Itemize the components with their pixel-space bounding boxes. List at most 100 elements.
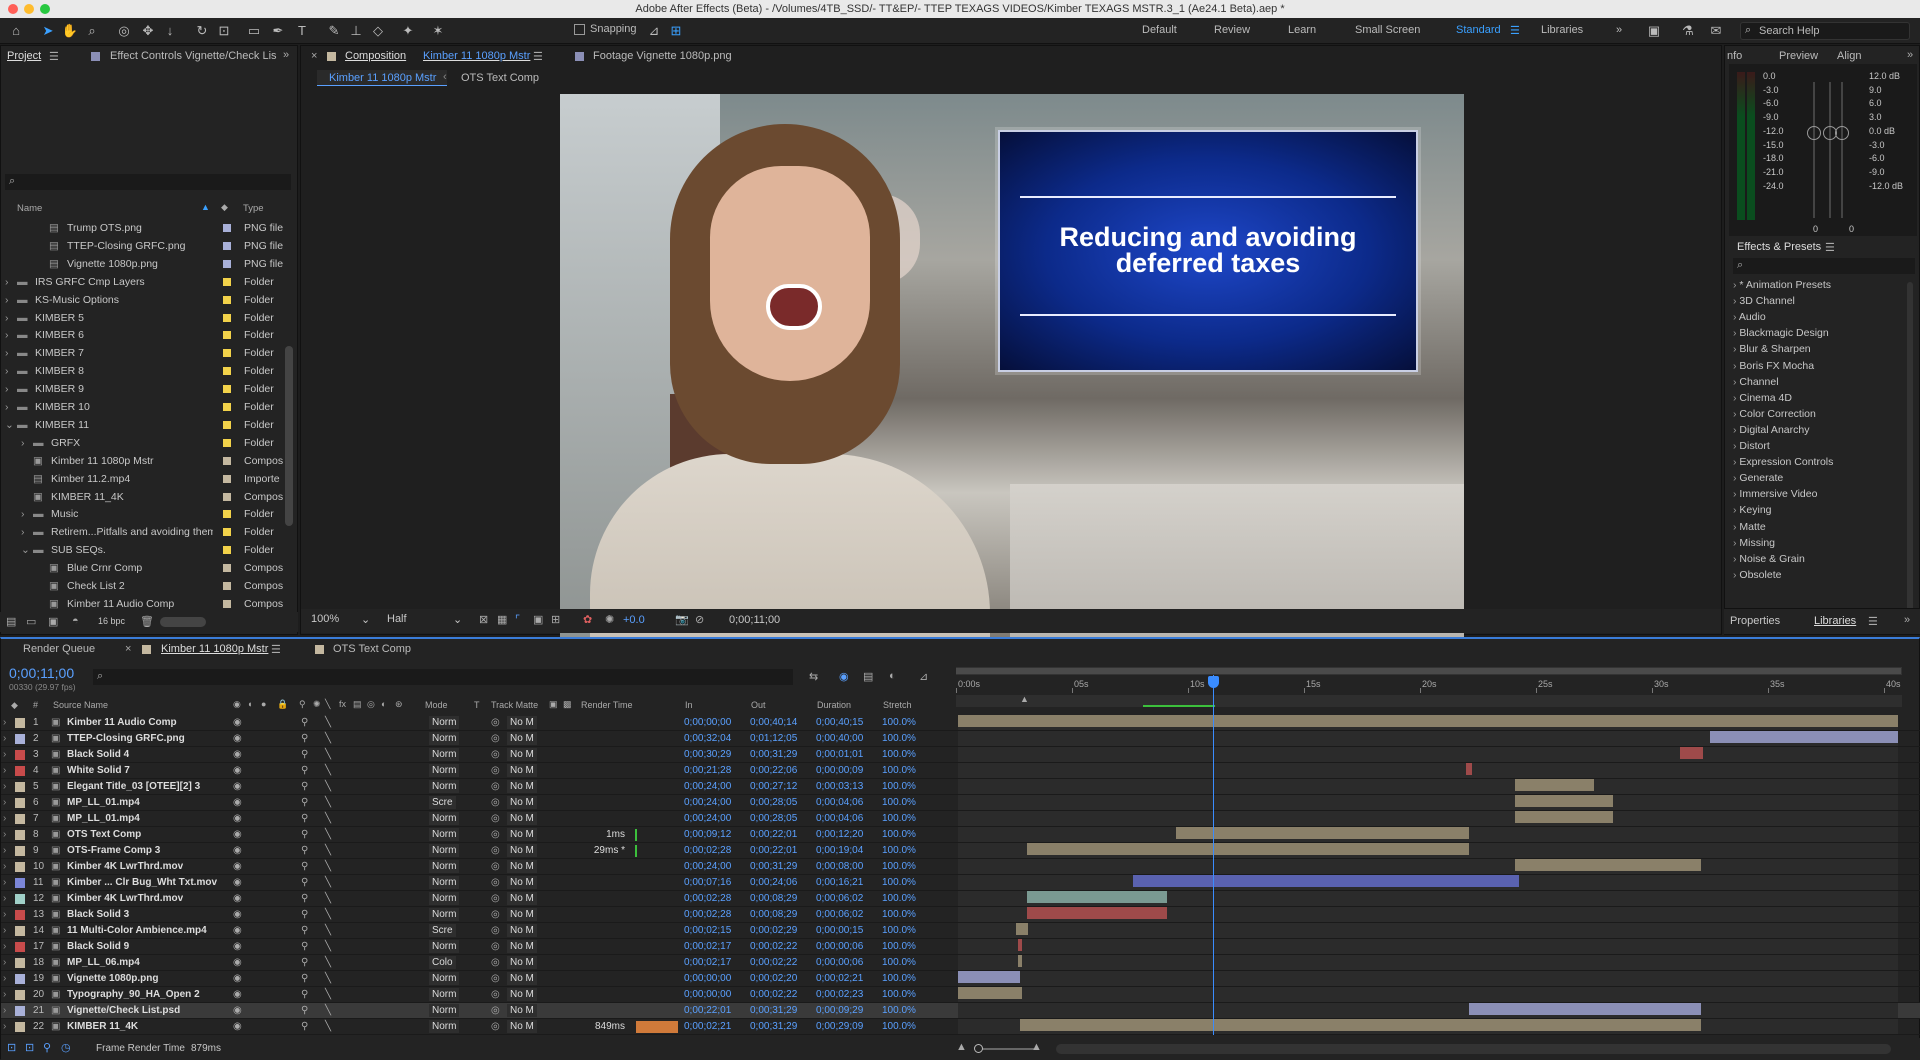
effect-category[interactable]: › Channel xyxy=(1733,374,1779,390)
quality-switch-icon[interactable]: ╲ xyxy=(325,779,331,795)
label-color-swatch[interactable] xyxy=(223,546,231,555)
tab-effect-controls[interactable]: Effect Controls Vignette/Check Lis xyxy=(110,50,277,62)
blend-mode-dropdown[interactable]: Norm xyxy=(429,988,460,1001)
tab-ots-text-comp[interactable]: OTS Text Comp xyxy=(333,643,411,655)
work-area-range[interactable] xyxy=(956,668,1901,674)
layer-in-point[interactable]: 0;00;24;00 xyxy=(684,811,731,827)
bit-depth[interactable]: 16 bpc xyxy=(98,616,125,626)
label-color-swatch[interactable] xyxy=(223,331,231,340)
blend-mode-dropdown[interactable]: Norm xyxy=(429,812,460,825)
visibility-eye-icon[interactable]: ◉ xyxy=(233,891,242,907)
eraser-tool-icon[interactable]: ◇ xyxy=(368,21,388,41)
project-item[interactable]: › ▬ Music Folder xyxy=(1,505,297,523)
track-matte-pickwhip-icon[interactable]: ◎ xyxy=(491,907,500,923)
layer-duration[interactable]: 0;00;00;09 xyxy=(816,763,863,779)
layer-duration[interactable]: 0;00;01;01 xyxy=(816,747,863,763)
layer-duration-bar[interactable] xyxy=(1469,1003,1701,1015)
fx-switch-icon[interactable]: fx xyxy=(339,699,346,709)
col-type-header[interactable]: Type xyxy=(243,203,264,214)
render-time-toggle-icon[interactable]: ◷ xyxy=(61,1041,71,1054)
workspace-small-screen[interactable]: Small Screen xyxy=(1355,24,1420,36)
quality-switch-icon[interactable]: ╲ xyxy=(325,715,331,731)
label-color-swatch[interactable] xyxy=(223,295,231,304)
label-tag-icon[interactable]: ◆ xyxy=(221,202,228,213)
layer-out-point[interactable]: 0;00;08;29 xyxy=(750,907,797,923)
tab-footage[interactable]: Footage Vignette 1080p.png xyxy=(593,50,732,62)
quality-switch-icon[interactable]: ╲ xyxy=(325,859,331,875)
chevron-right-icon[interactable]: › xyxy=(3,971,6,987)
timeline-layer-row[interactable]: › 6 ▣ MP_LL_01.mp4 ◉ ╲ ⚲ Scre ◎ No M 0;00;24;00 0;0… xyxy=(1,795,1920,811)
layer-label-color[interactable] xyxy=(15,766,25,776)
layer-name[interactable]: Vignette 1080p.png xyxy=(67,971,159,987)
frame-blend-switch-icon[interactable]: ▤ xyxy=(353,699,362,710)
search-help-field[interactable]: ⌕ Search Help xyxy=(1740,22,1910,40)
sort-ascending-icon[interactable]: ▲ xyxy=(201,202,210,212)
tab-properties[interactable]: Properties xyxy=(1730,615,1780,627)
project-item[interactable]: ▣ Kimber 11 1080p Mstr Compos xyxy=(1,452,297,470)
timeline-layer-row[interactable]: › 20 ▣ Typography_90_HA_Open 2 ◉ ╲ ⚲ Norm ◎ No M 0… xyxy=(1,987,1920,1003)
zoom-window-icon[interactable] xyxy=(40,4,50,14)
col-stretch-header[interactable]: Stretch xyxy=(883,700,912,710)
project-item[interactable]: ▤ Kimber 11.2.mp4 Importe xyxy=(1,470,297,488)
tab-composition-label[interactable]: Composition xyxy=(345,50,406,62)
breadcrumb-main[interactable]: Kimber 11 1080p Mstr xyxy=(317,70,447,86)
composition-viewer[interactable]: Reducing and avoiding deferred taxes xyxy=(560,94,1464,648)
chevron-right-icon[interactable]: › xyxy=(3,955,6,971)
col-source-header[interactable]: Source Name xyxy=(53,700,108,710)
chevron-right-icon[interactable]: › xyxy=(3,731,6,747)
timeline-scrollbar[interactable] xyxy=(1056,1044,1891,1054)
chevron-right-icon[interactable]: › xyxy=(3,715,6,731)
project-item[interactable]: › ▬ KIMBER 7 Folder xyxy=(1,344,297,362)
layer-in-point[interactable]: 0;00;02;28 xyxy=(684,843,731,859)
quality-switch-icon[interactable]: ╲ xyxy=(325,843,331,859)
visibility-eye-icon[interactable]: ◉ xyxy=(233,859,242,875)
chevron-right-icon[interactable]: › xyxy=(5,291,9,309)
layer-name[interactable]: TTEP-Closing GRFC.png xyxy=(67,731,185,747)
visibility-eye-icon[interactable]: ◉ xyxy=(233,1019,242,1035)
chevron-right-icon[interactable]: › xyxy=(3,891,6,907)
label-color-swatch[interactable] xyxy=(223,420,231,429)
layer-duration[interactable]: 0;00;09;29 xyxy=(816,1003,863,1019)
chevron-right-icon[interactable]: › xyxy=(3,1019,6,1035)
layer-stretch[interactable]: 100.0% xyxy=(882,779,916,795)
shy-switch-icon[interactable]: ⚲ xyxy=(301,939,308,955)
quality-switch-icon[interactable]: ╲ xyxy=(325,1003,331,1019)
label-color-swatch[interactable] xyxy=(223,599,231,608)
label-color-swatch[interactable] xyxy=(223,510,231,519)
timeline-layer-row[interactable]: › 14 ▣ 11 Multi-Color Ambience.mp4 ◉ ╲ ⚲ Scre ◎ N… xyxy=(1,923,1920,939)
layer-name[interactable]: Black Solid 4 xyxy=(67,747,129,763)
layer-name[interactable]: Black Solid 3 xyxy=(67,907,129,923)
track-matte-pickwhip-icon[interactable]: ◎ xyxy=(491,875,500,891)
layer-name[interactable]: Kimber 4K LwrThrd.mov xyxy=(67,859,183,875)
chevron-right-icon[interactable]: › xyxy=(3,939,6,955)
layer-name[interactable]: MP_LL_01.mp4 xyxy=(67,795,140,811)
layer-name[interactable]: Vignette/Check List.psd xyxy=(67,1003,180,1019)
visibility-eye-icon[interactable]: ◉ xyxy=(233,875,242,891)
layer-name[interactable]: Black Solid 9 xyxy=(67,939,129,955)
shy-switch-icon[interactable]: ⚲ xyxy=(301,987,308,1003)
track-matte-dropdown[interactable]: No M xyxy=(507,1004,537,1017)
shy-switch-icon[interactable]: ⚲ xyxy=(301,955,308,971)
effect-category[interactable]: › Blur & Sharpen xyxy=(1733,341,1811,357)
timeline-layer-row[interactable]: › 1 ▣ Kimber 11 Audio Comp ◉ ╲ ⚲ Norm ◎ No M 0;00;… xyxy=(1,715,1920,731)
layer-stretch[interactable]: 100.0% xyxy=(882,763,916,779)
layer-out-point[interactable]: 0;00;08;29 xyxy=(750,891,797,907)
layer-duration-bar[interactable] xyxy=(1026,891,1167,903)
solo-switch-icon[interactable]: ● xyxy=(261,699,266,709)
quality-switch-icon[interactable]: ╲ xyxy=(325,699,330,710)
workspace-libraries[interactable]: Libraries xyxy=(1541,24,1583,36)
tab-preview[interactable]: Preview xyxy=(1779,50,1818,62)
layer-duration[interactable]: 0;00;16;21 xyxy=(816,875,863,891)
visibility-eye-icon[interactable]: ◉ xyxy=(233,923,242,939)
chevron-right-icon[interactable]: › xyxy=(5,344,9,362)
col-name-header[interactable]: Name xyxy=(17,203,42,214)
blend-mode-dropdown[interactable]: Norm xyxy=(429,780,460,793)
layer-duration[interactable]: 0;00;04;06 xyxy=(816,811,863,827)
label-color-swatch[interactable] xyxy=(223,349,231,358)
track-matte-dropdown[interactable]: No M xyxy=(507,892,537,905)
label-color-swatch[interactable] xyxy=(223,456,231,465)
layer-label-color[interactable] xyxy=(15,990,25,1000)
anchor-tool-icon[interactable]: ⊡ xyxy=(214,21,234,41)
effects-presets-title[interactable]: Effects & Presets xyxy=(1737,241,1821,253)
workspace-standard[interactable]: Standard xyxy=(1456,24,1501,36)
